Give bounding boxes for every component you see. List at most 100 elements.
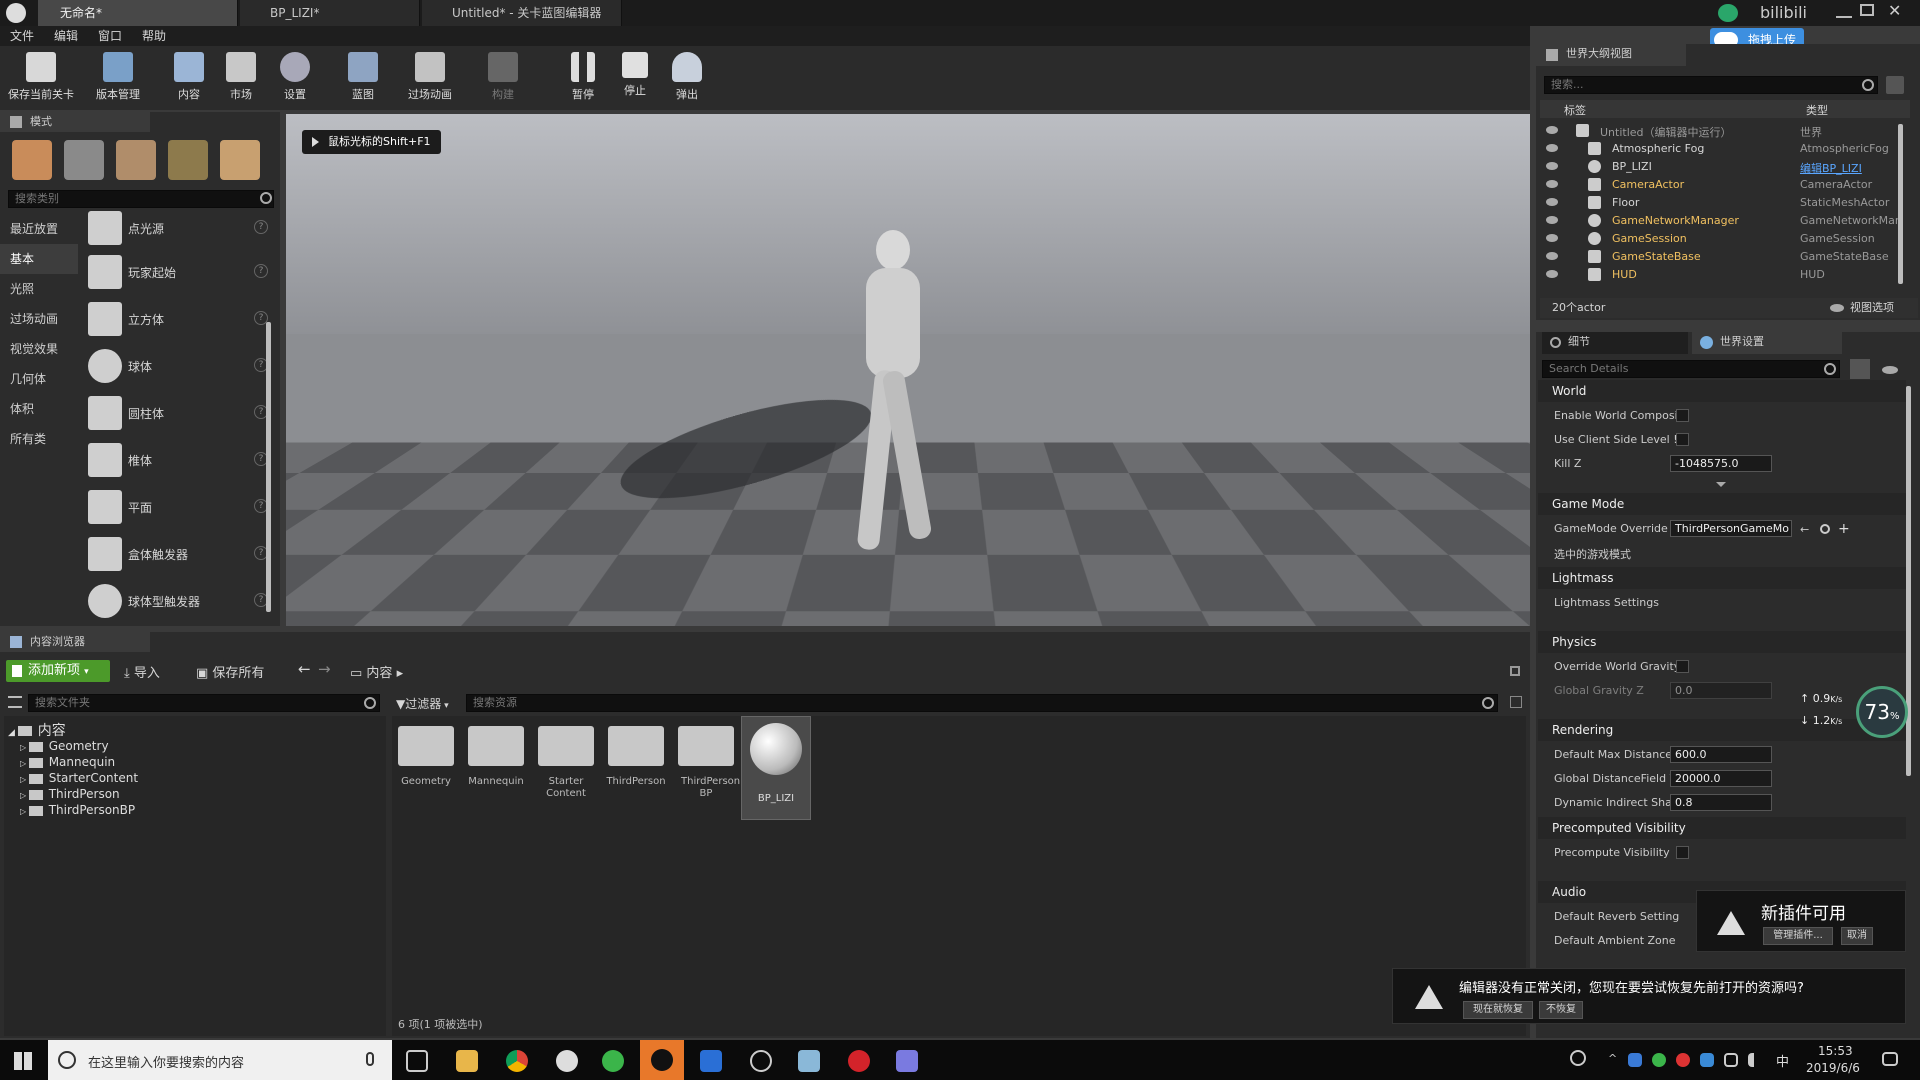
menu-file[interactable]: 文件 [0, 26, 44, 46]
network-icon[interactable] [1724, 1053, 1738, 1067]
category-lights[interactable]: 光照 [0, 274, 78, 304]
place-item-plane[interactable]: 平面? [84, 487, 268, 531]
visibility-eye-icon[interactable] [1546, 234, 1558, 242]
menu-edit[interactable]: 编辑 [44, 26, 88, 46]
tab-level-blueprint[interactable]: Untitled* - 关卡蓝图编辑器 [422, 0, 622, 26]
property-matrix-button[interactable] [1850, 359, 1870, 379]
people-icon[interactable] [1570, 1050, 1586, 1066]
column-label[interactable]: 标签 [1564, 102, 1586, 118]
category-cinematic[interactable]: 过场动画 [0, 304, 78, 334]
import-button[interactable]: ⤓ 导入 [124, 662, 160, 681]
cinematics-button[interactable]: 过场动画 [400, 50, 460, 108]
outliner-add-button[interactable] [1886, 76, 1904, 94]
save-level-button[interactable]: 保存当前关卡 [6, 50, 76, 108]
level-viewport[interactable]: 鼠标光标的Shift+F1 [286, 114, 1530, 626]
help-icon[interactable]: ? [254, 264, 268, 278]
asset-search-input[interactable]: 搜索资源 [466, 694, 1498, 712]
chrome-icon[interactable] [506, 1050, 528, 1072]
settings-button[interactable]: 设置 [270, 50, 320, 108]
gamemode-select[interactable]: ThirdPersonGameMo [1670, 520, 1792, 537]
asset-folder[interactable]: Starter Content [533, 718, 599, 808]
outliner-row[interactable]: GameStateBase GameStateBase [1540, 248, 1918, 266]
place-item-sphere[interactable]: 球体? [84, 346, 268, 390]
outliner-row[interactable]: Floor StaticMeshActor [1540, 194, 1918, 212]
prop-lightmass-settings[interactable]: Lightmass Settings [1538, 591, 1906, 615]
windows-start-icon[interactable] [14, 1052, 32, 1070]
details-search-icon[interactable] [1824, 363, 1836, 375]
unreal-engine-icon[interactable] [556, 1050, 578, 1072]
notification-icon[interactable] [1882, 1052, 1898, 1066]
section-lightmass[interactable]: Lightmass [1538, 567, 1906, 589]
visibility-eye-icon[interactable] [1546, 126, 1558, 134]
place-item-cylinder[interactable]: 圆柱体? [84, 393, 268, 437]
viewport-hint[interactable]: 鼠标光标的Shift+F1 [302, 130, 441, 154]
asset-folder[interactable]: Mannequin [463, 718, 529, 808]
details-tab[interactable]: 细节 [1542, 332, 1688, 354]
tab-level[interactable]: 无命名* [38, 0, 238, 26]
dynamic-indirect-input[interactable]: 0.8 [1670, 794, 1772, 811]
asset-folder[interactable]: ThirdPerson BP [673, 718, 740, 808]
asset-bp-lizi[interactable]: BP_LIZI [741, 716, 811, 820]
folder-search-input[interactable]: 搜索文件夹 [28, 694, 380, 712]
outliner-row[interactable]: GameNetworkManager GameNetworkMar [1540, 212, 1918, 230]
place-item-cube[interactable]: 立方体? [84, 299, 268, 343]
expand-advanced-icon[interactable] [1716, 482, 1726, 487]
path-breadcrumb[interactable]: ▭ 内容 ▸ [350, 662, 403, 681]
app-icon-cube[interactable] [896, 1050, 918, 1072]
category-geometry[interactable]: 几何体 [0, 364, 78, 394]
close-button[interactable]: ✕ [1888, 1, 1901, 20]
filter-button[interactable]: ▼过滤器 ▾ [396, 695, 449, 712]
clock-date[interactable]: 2019/6/6 [1806, 1061, 1860, 1075]
place-item-sphere-trigger[interactable]: 球体型触发器? [84, 581, 268, 625]
details-search-input[interactable]: Search Details [1542, 360, 1840, 378]
place-item-player-start[interactable]: 玩家起始? [84, 252, 268, 296]
microphone-icon[interactable] [366, 1052, 374, 1066]
column-type[interactable]: 类型 [1806, 102, 1828, 118]
tree-item[interactable]: ▷ StarterContent [20, 771, 138, 785]
checkbox[interactable] [1676, 846, 1689, 859]
unreal-editor-active-icon[interactable] [640, 1040, 684, 1080]
section-precomputed-visibility[interactable]: Precomputed Visibility [1538, 817, 1906, 839]
back-arrow-icon[interactable]: ← [298, 660, 311, 678]
checkbox[interactable] [1676, 660, 1689, 673]
lock-icon[interactable] [1510, 666, 1520, 676]
blueprint-button[interactable]: 蓝图 [338, 50, 388, 108]
tab-bp-lizi[interactable]: BP_LIZI* [240, 0, 420, 26]
mode-foliage-button[interactable] [168, 140, 208, 180]
visibility-eye-icon[interactable] [1546, 180, 1558, 188]
category-recent[interactable]: 最近放置 [0, 214, 78, 244]
content-browser-tab[interactable]: 内容浏览器 [0, 632, 150, 652]
menu-help[interactable]: 帮助 [132, 26, 176, 46]
category-basic[interactable]: 基本 [0, 244, 78, 274]
category-all-classes[interactable]: 所有类 [0, 424, 78, 454]
visibility-eye-icon[interactable] [1546, 270, 1558, 278]
world-settings-tab[interactable]: 世界设置 [1692, 332, 1842, 354]
clock-time[interactable]: 15:53 [1818, 1044, 1853, 1058]
help-icon[interactable]: ? [254, 220, 268, 234]
asset-folder[interactable]: ThirdPerson [603, 718, 669, 808]
volume-icon[interactable] [1748, 1053, 1760, 1067]
outliner-row[interactable]: Atmospheric Fog AtmosphericFog [1540, 140, 1918, 158]
arrow-left-icon[interactable]: ← [1800, 523, 1809, 536]
checkbox[interactable] [1676, 433, 1689, 446]
ime-indicator[interactable]: 中 [1776, 1051, 1789, 1070]
app-icon-circle[interactable] [750, 1050, 772, 1072]
restore-now-button[interactable]: 现在就恢复 [1463, 1001, 1533, 1019]
place-item-point-light[interactable]: 点光源? [84, 208, 268, 252]
outliner-search-input[interactable]: 搜索... [1544, 76, 1878, 94]
asset-folder[interactable]: Geometry [393, 718, 459, 808]
netease-music-icon[interactable] [848, 1050, 870, 1072]
sources-toggle-icon[interactable] [8, 696, 22, 708]
modes-search-input[interactable]: 搜索类别 [8, 190, 274, 208]
outliner-row[interactable]: BP_LIZI 编辑BP_LIZI [1540, 158, 1918, 176]
stop-button[interactable]: 停止 [610, 50, 660, 108]
checkbox[interactable] [1676, 409, 1689, 422]
marketplace-button[interactable]: 市场 [216, 50, 266, 108]
tray-app-icon[interactable] [1628, 1053, 1642, 1067]
plugin-cancel-button[interactable]: 取消 [1841, 927, 1873, 945]
mode-landscape-button[interactable] [116, 140, 156, 180]
file-explorer-icon[interactable] [456, 1050, 478, 1072]
app-icon-pen[interactable] [798, 1050, 820, 1072]
outliner-row[interactable]: HUD HUD [1540, 266, 1918, 284]
eject-button[interactable]: 弹出 [662, 50, 712, 108]
